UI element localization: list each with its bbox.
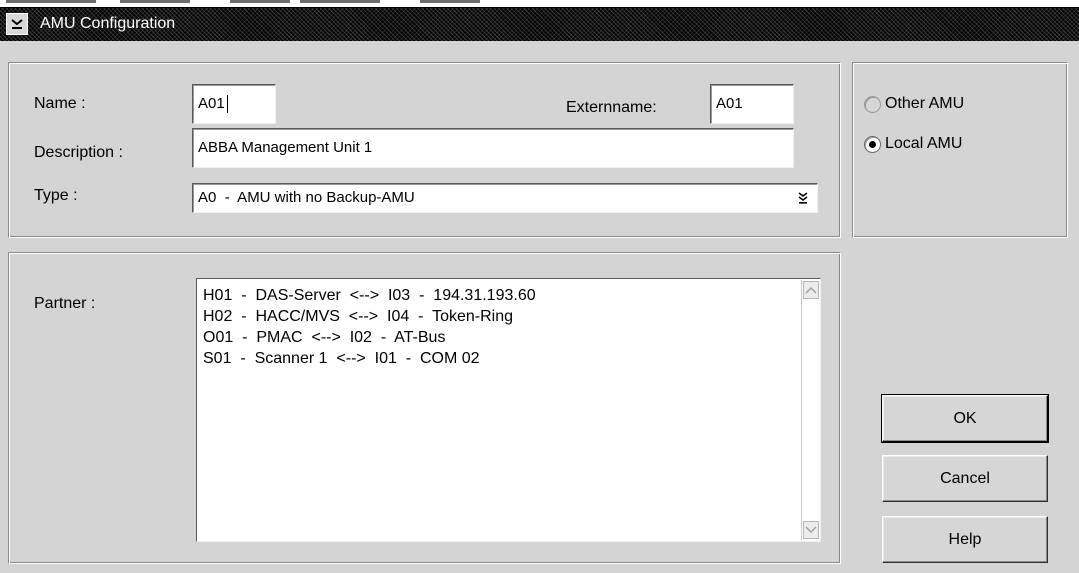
cancel-button[interactable]: Cancel xyxy=(882,455,1048,502)
vertical-scrollbar[interactable] xyxy=(801,280,819,540)
local-amu-radio[interactable]: Local AMU xyxy=(864,134,962,154)
system-menu-button[interactable] xyxy=(6,13,28,35)
background-window-strip xyxy=(0,0,1079,8)
scroll-down-button[interactable] xyxy=(803,521,819,539)
type-label: Type : xyxy=(34,187,78,204)
externname-input[interactable]: A01 xyxy=(710,84,794,124)
text-caret xyxy=(226,95,228,113)
list-item[interactable]: H02 - HACC/MVS <--> I04 - Token-Ring xyxy=(203,306,793,327)
name-input[interactable]: A01 xyxy=(192,84,276,124)
externname-value: A01 xyxy=(716,95,743,112)
dialog-window: AMU Configuration Name : A01 Externname:… xyxy=(0,0,1079,573)
list-item[interactable]: O01 - PMAC <--> I02 - AT-Bus xyxy=(203,327,793,348)
ok-button[interactable]: OK xyxy=(881,394,1049,443)
partner-label: Partner : xyxy=(34,295,96,312)
local-amu-label: Local AMU xyxy=(885,135,963,152)
help-button[interactable]: Help xyxy=(882,516,1048,563)
type-dropdown[interactable]: A0 - AMU with no Backup-AMU xyxy=(192,183,818,213)
partner-list: H01 - DAS-Server <--> I03 - 194.31.193.6… xyxy=(203,285,793,369)
other-amu-radio[interactable]: Other AMU xyxy=(864,94,964,114)
title-bar[interactable]: AMU Configuration xyxy=(0,8,1079,41)
description-label: Description : xyxy=(34,144,123,161)
triangle-down-icon xyxy=(805,526,817,534)
list-item[interactable]: H01 - DAS-Server <--> I03 - 194.31.193.6… xyxy=(203,285,793,306)
name-value: A01 xyxy=(198,95,225,112)
dropdown-toggle-button[interactable] xyxy=(792,187,814,209)
double-chevron-down-icon xyxy=(798,192,808,204)
partner-listbox[interactable]: H01 - DAS-Server <--> I03 - 194.31.193.6… xyxy=(196,278,821,542)
name-label: Name : xyxy=(34,95,86,112)
triangle-up-icon xyxy=(805,286,817,294)
radio-unselected-icon xyxy=(864,95,881,113)
window-title: AMU Configuration xyxy=(40,15,176,32)
type-value: A0 - AMU with no Backup-AMU xyxy=(198,189,415,206)
radio-selected-icon xyxy=(864,135,881,153)
minimize-bar-icon xyxy=(11,19,23,29)
other-amu-label: Other AMU xyxy=(885,95,965,112)
scroll-up-button[interactable] xyxy=(803,281,819,299)
description-input[interactable]: ABBA Management Unit 1 xyxy=(192,128,794,168)
description-value: ABBA Management Unit 1 xyxy=(198,139,373,156)
externname-label: Externname: xyxy=(566,99,657,116)
list-item[interactable]: S01 - Scanner 1 <--> I01 - COM 02 xyxy=(203,348,793,369)
